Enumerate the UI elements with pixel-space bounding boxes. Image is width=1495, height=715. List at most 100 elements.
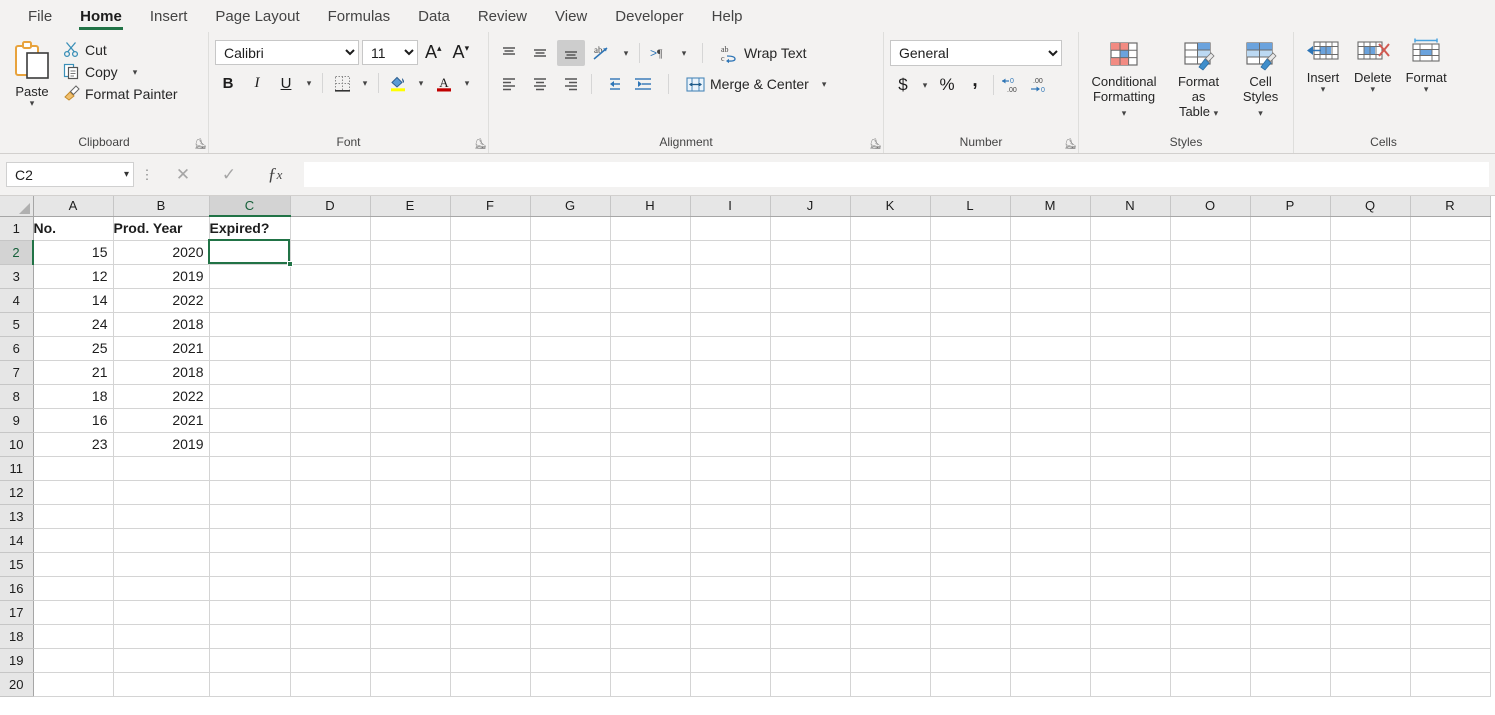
cell-C9[interactable] [209,408,291,433]
cell-R3[interactable] [1410,264,1491,289]
conditional-formatting-chevron-down-icon[interactable]: ▾ [1122,108,1127,118]
cell-A16[interactable] [33,576,114,601]
alignment-dialog-launcher[interactable]: ⛸ [869,139,882,151]
cell-N5[interactable] [1090,312,1171,337]
cell-B1[interactable]: Prod. Year [113,216,210,241]
insert-cells-button[interactable]: Insert ▾ [1300,36,1346,95]
column-header-M[interactable]: M [1010,196,1091,217]
cell-R16[interactable] [1410,576,1491,601]
cell-B3[interactable]: 2019 [113,264,210,289]
cell-K4[interactable] [850,288,931,313]
cell-E15[interactable] [370,552,451,577]
cell-K2[interactable] [850,240,931,265]
cell-H7[interactable] [610,360,691,385]
cell-N4[interactable] [1090,288,1171,313]
cell-B18[interactable] [113,624,210,649]
cell-styles-chevron-down-icon[interactable]: ▾ [1258,108,1263,118]
cell-F1[interactable] [450,216,531,241]
cell-L4[interactable] [930,288,1011,313]
cell-F7[interactable] [450,360,531,385]
ribbon-tab-home[interactable]: Home [66,1,136,31]
cell-F16[interactable] [450,576,531,601]
cell-Q13[interactable] [1330,504,1411,529]
cell-H19[interactable] [610,648,691,673]
cell-K12[interactable] [850,480,931,505]
cell-R9[interactable] [1410,408,1491,433]
cell-N11[interactable] [1090,456,1171,481]
fill-handle[interactable] [287,261,293,267]
cell-L14[interactable] [930,528,1011,553]
cell-G20[interactable] [530,672,611,697]
cell-F3[interactable] [450,264,531,289]
cell-L12[interactable] [930,480,1011,505]
cell-L9[interactable] [930,408,1011,433]
orientation-button[interactable]: ab [588,40,616,66]
column-header-N[interactable]: N [1090,196,1171,217]
cell-O18[interactable] [1170,624,1251,649]
cell-G16[interactable] [530,576,611,601]
cell-G5[interactable] [530,312,611,337]
column-header-J[interactable]: J [770,196,851,217]
align-bottom-button[interactable] [557,40,585,66]
cell-R10[interactable] [1410,432,1491,457]
cell-E12[interactable] [370,480,451,505]
column-header-P[interactable]: P [1250,196,1331,217]
cell-L1[interactable] [930,216,1011,241]
cell-Q6[interactable] [1330,336,1411,361]
accounting-format-button[interactable]: $ [890,72,916,98]
ribbon-tab-page-layout[interactable]: Page Layout [201,1,313,31]
cell-C20[interactable] [209,672,291,697]
cell-G18[interactable] [530,624,611,649]
underline-button[interactable]: U [273,70,299,96]
copy-chevron-down-icon[interactable]: ▾ [133,67,138,76]
cell-C3[interactable] [209,264,291,289]
cell-B8[interactable]: 2022 [113,384,210,409]
cell-J2[interactable] [770,240,851,265]
cell-F8[interactable] [450,384,531,409]
cell-E1[interactable] [370,216,451,241]
orientation-chevron-down-icon[interactable]: ▾ [619,41,633,65]
cell-J17[interactable] [770,600,851,625]
cancel-entry-button[interactable]: ✕ [160,162,206,188]
cell-D6[interactable] [290,336,371,361]
cell-M18[interactable] [1010,624,1091,649]
row-header-13[interactable]: 13 [0,504,34,529]
cell-H15[interactable] [610,552,691,577]
row-header-14[interactable]: 14 [0,528,34,553]
cell-K1[interactable] [850,216,931,241]
align-center-button[interactable] [526,71,554,97]
cell-Q7[interactable] [1330,360,1411,385]
cell-M11[interactable] [1010,456,1091,481]
paste-chevron-down-icon[interactable]: ▾ [30,99,35,108]
column-header-E[interactable]: E [370,196,451,217]
borders-button[interactable] [329,70,355,96]
cell-I15[interactable] [690,552,771,577]
cell-J5[interactable] [770,312,851,337]
cell-I16[interactable] [690,576,771,601]
cell-Q16[interactable] [1330,576,1411,601]
cell-C7[interactable] [209,360,291,385]
cell-G9[interactable] [530,408,611,433]
cell-B14[interactable] [113,528,210,553]
align-right-button[interactable] [557,71,585,97]
accounting-chevron-down-icon[interactable]: ▾ [918,73,932,97]
delete-cells-button[interactable]: Delete ▾ [1348,36,1398,95]
cell-J13[interactable] [770,504,851,529]
row-header-2[interactable]: 2 [0,240,34,265]
cell-A5[interactable]: 24 [33,312,114,337]
cell-M2[interactable] [1010,240,1091,265]
cell-G14[interactable] [530,528,611,553]
cell-P5[interactable] [1250,312,1331,337]
cell-A6[interactable]: 25 [33,336,114,361]
cell-O4[interactable] [1170,288,1251,313]
cell-D16[interactable] [290,576,371,601]
cell-M14[interactable] [1010,528,1091,553]
cell-C17[interactable] [209,600,291,625]
cell-styles-button[interactable]: Cell Styles ▾ [1234,36,1287,121]
cell-I11[interactable] [690,456,771,481]
format-as-table-chevron-down-icon[interactable]: ▾ [1214,108,1219,118]
ribbon-tab-insert[interactable]: Insert [136,1,202,31]
cell-A14[interactable] [33,528,114,553]
cell-H16[interactable] [610,576,691,601]
cell-I5[interactable] [690,312,771,337]
